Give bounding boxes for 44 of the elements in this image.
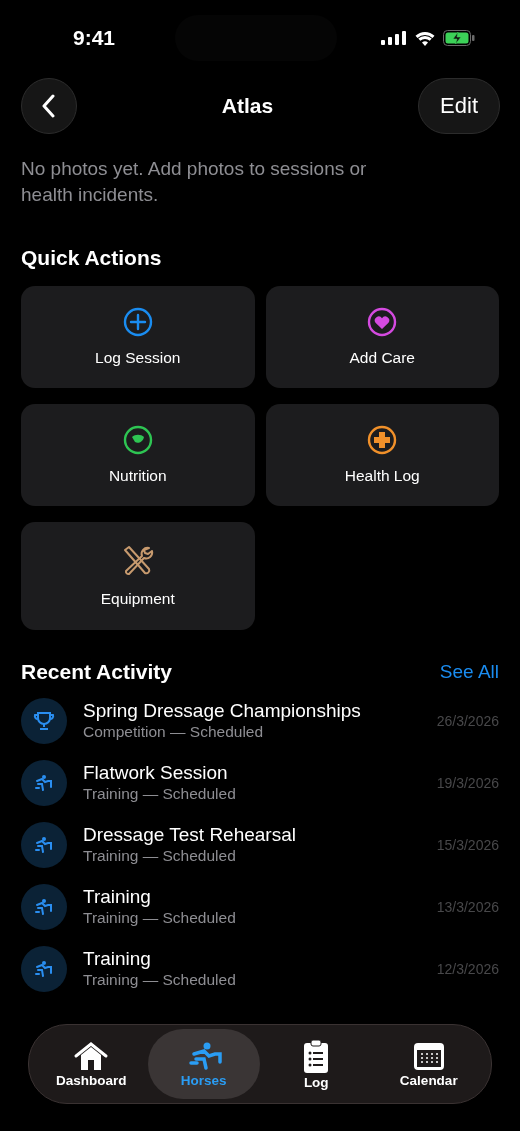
quick-action-card[interactable]: Equipment [21, 522, 255, 630]
activity-subtitle: Training — Scheduled [83, 970, 237, 990]
activity-subtitle: Training — Scheduled [83, 846, 237, 866]
tab-button[interactable]: Calendar [372, 1029, 485, 1099]
activity-date: 26/3/2026 [436, 713, 499, 729]
see-all-link[interactable]: See All [439, 661, 499, 683]
quick-action-card[interactable]: Health Log [265, 404, 499, 506]
quick-action-card[interactable]: Nutrition [21, 404, 255, 506]
activity-date: 19/3/2026 [436, 775, 499, 791]
edit-button[interactable]: Edit [418, 78, 500, 134]
activity-title: Spring Dressage Championships [83, 700, 362, 722]
clipboard-list-icon [302, 1038, 331, 1073]
signal-icon [381, 31, 407, 45]
rider-icon [21, 884, 67, 930]
chevron-left-icon [42, 94, 56, 118]
section-heading: Recent Activity [21, 660, 172, 684]
activity-date: 15/3/2026 [436, 837, 499, 853]
house-icon [73, 1040, 110, 1071]
activity-subtitle: Competition — Scheduled [83, 722, 265, 742]
trophy-icon [21, 698, 67, 744]
tab-button[interactable]: Horses [147, 1029, 260, 1099]
tab-button[interactable]: Dashboard [35, 1029, 148, 1099]
activity-title: Dressage Test Rehearsal [83, 824, 297, 846]
battery-charging-icon [443, 30, 475, 46]
activity-date: 12/3/2026 [436, 961, 499, 977]
rider-icon [21, 822, 67, 868]
activity-title: Flatwork Session [83, 762, 229, 784]
activity-subtitle: Training — Scheduled [83, 784, 237, 804]
section-heading: Quick Actions [21, 246, 163, 270]
empty-photos-text: No photos yet. Add photos to sessions or health incidents. [21, 157, 368, 207]
activity-title: Training [83, 886, 152, 908]
calendar-icon [412, 1040, 445, 1071]
status-time: 9:41 [73, 26, 116, 50]
tab-button[interactable]: Log [260, 1029, 373, 1099]
wifi-icon [415, 30, 435, 46]
activity-title: Training [83, 948, 152, 970]
quick-action-card[interactable]: Add Care [265, 286, 499, 388]
back-button[interactable] [21, 78, 77, 134]
rider-icon [21, 760, 67, 806]
activity-subtitle: Training — Scheduled [83, 908, 237, 928]
activity-date: 13/3/2026 [436, 899, 499, 915]
quick-action-card[interactable]: Log Session [21, 286, 255, 388]
screen-title: Atlas [221, 94, 274, 118]
rider-icon [21, 946, 67, 992]
